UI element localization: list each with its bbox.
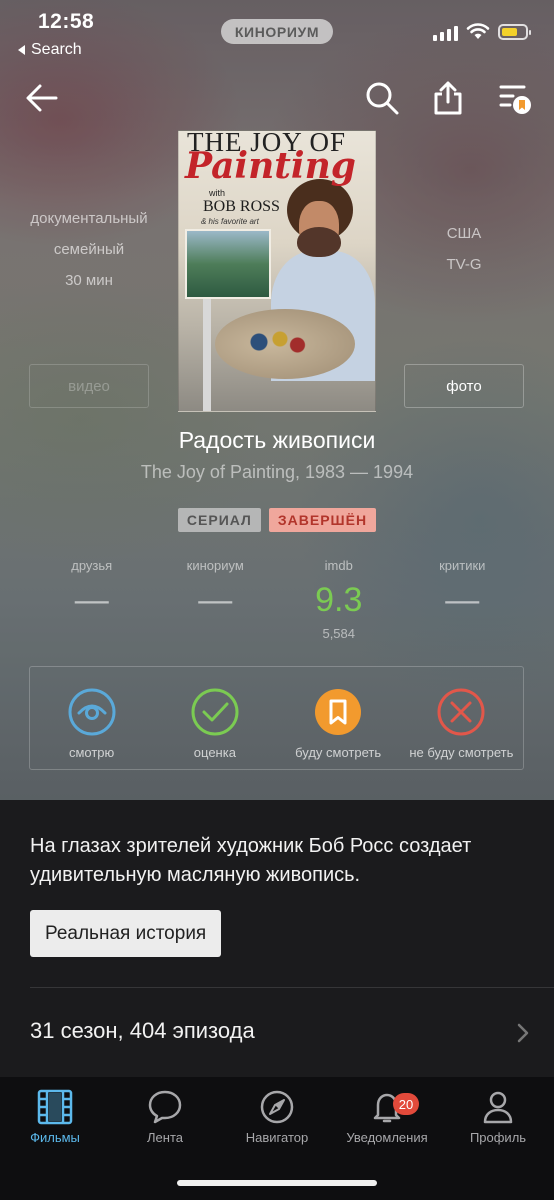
- genre-item: семейный: [53, 241, 125, 258]
- watchlist-button[interactable]: [494, 78, 534, 118]
- tab-label: Профиль: [469, 1130, 527, 1145]
- rate-button[interactable]: оценка: [153, 667, 276, 769]
- bookmark-icon: [315, 689, 362, 735]
- tab-navigator[interactable]: Навигатор: [227, 1085, 327, 1145]
- rating-label: критики: [439, 558, 486, 573]
- rating-critics[interactable]: критики —: [401, 558, 525, 641]
- page-title: Радость живописи: [178, 427, 376, 453]
- compass-icon: [260, 1090, 294, 1124]
- meta-right: США TV-G: [404, 218, 524, 280]
- meta-left: документальный семейный 30 мин: [24, 203, 154, 296]
- status-time: 12:58: [38, 10, 95, 33]
- tag-chip[interactable]: Реальная история: [30, 910, 222, 957]
- person-icon: [483, 1091, 513, 1124]
- status-badge: ЗАВЕРШЁН: [268, 508, 377, 532]
- share-button[interactable]: [428, 78, 468, 118]
- ratings-row: друзья — кинориум — imdb 9.3 5,584 крити…: [30, 558, 524, 641]
- will-watch-button[interactable]: буду смотреть: [277, 667, 400, 769]
- chevron-right-icon: [516, 1022, 530, 1049]
- arrow-left-icon: [26, 84, 58, 112]
- action-label: оценка: [193, 745, 236, 760]
- poster-painting: [185, 229, 271, 299]
- tab-label: Уведомления: [346, 1130, 428, 1145]
- seasons-row[interactable]: 31 сезон, 404 эпизода: [30, 1018, 255, 1044]
- video-button[interactable]: видео: [29, 364, 149, 408]
- rating-friends[interactable]: друзья —: [30, 558, 154, 641]
- watching-button[interactable]: смотрю: [30, 667, 153, 769]
- badges: СЕРИАЛ ЗАВЕРШЁН: [0, 508, 554, 532]
- wont-watch-button[interactable]: не буду смотреть: [400, 667, 523, 769]
- poster-title-line2: Painting: [185, 145, 356, 187]
- rating-label: imdb: [324, 558, 353, 573]
- rating-label: кинориум: [186, 558, 244, 573]
- tab-label: Фильмы: [30, 1130, 80, 1145]
- action-label: буду смотреть: [295, 745, 382, 760]
- tab-label: Лента: [147, 1130, 183, 1145]
- actions-panel: смотрю оценка буду смотреть не буду смот…: [29, 666, 524, 770]
- status-back-link[interactable]: Search: [18, 41, 82, 59]
- rating-value: —: [198, 581, 233, 619]
- film-icon: [37, 1089, 73, 1125]
- poster-palette: [215, 309, 355, 379]
- search-button[interactable]: [362, 78, 402, 118]
- tab-notifications[interactable]: 20 Уведомления: [337, 1085, 437, 1145]
- rating-kinorium[interactable]: кинориум —: [154, 558, 278, 641]
- photo-button[interactable]: фото: [404, 364, 524, 408]
- rating-label: друзья: [71, 558, 113, 573]
- poster-with: with: [209, 188, 226, 198]
- back-triangle-icon: [18, 45, 25, 55]
- home-indicator: [177, 1180, 377, 1186]
- battery-icon: [498, 24, 531, 40]
- country: США: [446, 225, 482, 242]
- notification-badge: 20: [393, 1093, 419, 1115]
- tab-label: Навигатор: [245, 1130, 309, 1145]
- cross-icon: [437, 688, 485, 736]
- poster-image[interactable]: THE JOY OF Painting with BOB ROSS & his …: [178, 130, 376, 412]
- divider: [30, 987, 554, 988]
- wifi-icon: [466, 22, 490, 45]
- status-back-label: Search: [31, 41, 82, 58]
- share-icon: [434, 81, 462, 115]
- type-badge: СЕРИАЛ: [177, 508, 261, 532]
- rating-value: 9.3: [315, 581, 363, 619]
- eye-icon: [68, 688, 116, 736]
- duration: 30 мин: [65, 272, 113, 289]
- rating-value: —: [74, 581, 109, 619]
- app-pill: КИНОРИУМ: [221, 19, 333, 44]
- poster-easel: [203, 299, 211, 411]
- rating-imdb[interactable]: imdb 9.3 5,584: [277, 558, 401, 641]
- tab-films[interactable]: Фильмы: [5, 1085, 105, 1145]
- chat-bubble-icon: [148, 1090, 182, 1124]
- age-rating: TV-G: [446, 256, 482, 273]
- poster-author: BOB ROSS: [203, 198, 280, 215]
- tab-profile[interactable]: Профиль: [448, 1085, 548, 1145]
- action-label: смотрю: [68, 745, 115, 760]
- cellular-signal-icon: [433, 26, 458, 41]
- back-arrow-button[interactable]: [22, 78, 62, 118]
- search-icon: [366, 82, 399, 115]
- check-icon: [191, 688, 239, 736]
- original-title: The Joy of Painting, 1983 — 1994: [140, 462, 414, 482]
- action-label: не буду смотреть: [409, 745, 514, 760]
- watchlist-icon: [499, 85, 531, 114]
- tab-feed[interactable]: Лента: [115, 1085, 215, 1145]
- genre-item: документальный: [30, 210, 148, 227]
- rating-value: —: [445, 581, 480, 619]
- rating-count: 5,584: [322, 626, 356, 641]
- description: На глазах зрителей художник Боб Росс соз…: [30, 835, 472, 886]
- poster-tagline: & his favorite art: [201, 217, 259, 226]
- poster-beard: [297, 227, 341, 257]
